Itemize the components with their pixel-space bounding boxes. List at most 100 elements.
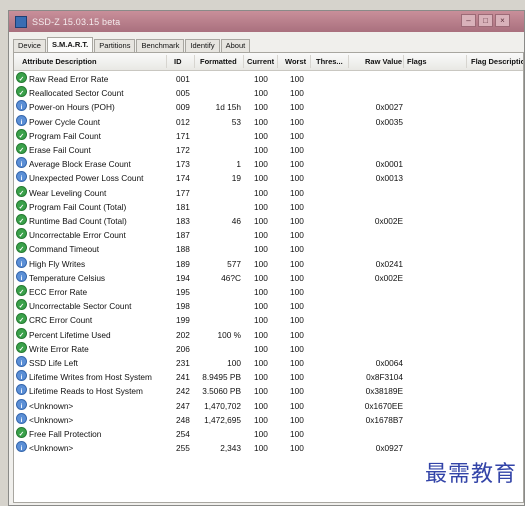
worst-value: 100 — [290, 386, 304, 397]
minimize-icon[interactable]: – — [461, 14, 476, 27]
current-value: 100 — [254, 372, 268, 383]
tab-benchmark[interactable]: Benchmark — [136, 39, 185, 52]
status-ok-icon: ✓ — [16, 199, 27, 211]
status-ok-icon: ✓ — [16, 128, 27, 140]
attribute-name: Lifetime Reads to Host System — [29, 386, 143, 397]
window-title: SSD-Z 15.03.15 beta — [32, 16, 121, 27]
attribute-name: Average Block Erase Count — [29, 159, 131, 170]
table-row[interactable]: ✓ Free Fall Protection 254 100 100 — [14, 427, 523, 441]
attribute-name: <Unknown> — [29, 400, 74, 411]
status-info-icon: i — [16, 114, 27, 126]
table-row[interactable]: i <Unknown> 247 1,470,702 100 100 0x1670EE — [14, 398, 523, 413]
col-worst[interactable]: Worst — [285, 53, 306, 70]
worst-value: 100 — [290, 201, 304, 212]
attribute-name: Lifetime Writes from Host System — [29, 372, 152, 383]
current-value: 100 — [254, 159, 268, 170]
tab-identify[interactable]: Identify — [185, 39, 220, 52]
table-row[interactable]: i Lifetime Writes from Host System 241 8.94… — [14, 370, 523, 384]
attribute-id: 012 — [176, 116, 190, 127]
table-row[interactable]: ✓ Uncorrectable Error Count 187 100 100 — [14, 228, 523, 242]
attribute-id: 194 — [176, 272, 190, 283]
attribute-name: Free Fall Protection — [29, 429, 102, 439]
current-value: 100 — [254, 201, 268, 212]
smart-panel: Attribute Description ID Formatted Curre… — [13, 52, 524, 503]
attribute-name: Write Error Rate — [29, 343, 89, 354]
worst-value: 100 — [290, 372, 304, 383]
table-row[interactable]: ✓ Write Error Rate 206 100 100 — [14, 341, 523, 356]
col-flags[interactable]: Flags — [407, 53, 427, 70]
table-row[interactable]: ✓ Percent Lifetime Used 202 100 % 100 100 — [14, 327, 523, 342]
col-raw-value[interactable]: Raw Value — [365, 53, 402, 70]
attribute-name: Runtime Bad Count (Total) — [29, 216, 127, 226]
table-row[interactable]: i Power-on Hours (POH) 009 1d 15h 100 100 0x00… — [14, 100, 523, 114]
table-row[interactable]: i Unexpected Power Loss Count 174 19 100 100 0… — [14, 171, 523, 185]
attribute-id: 001 — [176, 74, 190, 84]
table-row[interactable]: i Power Cycle Count 012 53 100 100 0x0035 — [14, 114, 523, 129]
attribute-id: 248 — [176, 414, 190, 425]
attribute-id: 255 — [176, 443, 190, 454]
table-row[interactable]: ✓ ECC Error Rate 195 100 100 — [14, 285, 523, 299]
current-value: 100 — [254, 329, 268, 340]
table-row[interactable]: ✓ Program Fail Count 171 100 100 — [14, 128, 523, 143]
table-row[interactable]: i SSD Life Left 231 100 100 100 0x0064 — [14, 356, 523, 370]
attribute-id: 247 — [176, 400, 190, 411]
table-row[interactable]: ✓ Uncorrectable Sector Count 198 100 100 — [14, 299, 523, 313]
col-flag-description[interactable]: Flag Descriptio — [471, 53, 523, 70]
current-value: 100 — [254, 74, 268, 84]
status-ok-icon: ✓ — [16, 327, 27, 339]
close-icon[interactable]: × — [495, 14, 510, 27]
worst-value: 100 — [290, 358, 304, 368]
table-row[interactable]: ✓ Raw Read Error Rate 001 100 100 — [14, 72, 523, 86]
worst-value: 100 — [290, 414, 304, 425]
attribute-id: 172 — [176, 145, 190, 155]
worst-value: 100 — [290, 443, 304, 454]
worst-value: 100 — [290, 315, 304, 326]
table-row[interactable]: ✓ CRC Error Count 199 100 100 — [14, 313, 523, 327]
table-row[interactable]: i <Unknown> 255 2,343 100 100 0x0927 — [14, 441, 523, 455]
formatted-value: 53 — [231, 116, 241, 127]
attribute-name: SSD Life Left — [29, 358, 78, 368]
formatted-value: 100 % — [217, 329, 241, 340]
formatted-value: 1 — [236, 159, 241, 170]
table-row[interactable]: ✓ Runtime Bad Count (Total) 183 46 100 100 0x0… — [14, 214, 523, 228]
attribute-id: 171 — [176, 130, 190, 141]
col-formatted[interactable]: Formatted — [200, 53, 237, 70]
col-attribute[interactable]: Attribute Description — [22, 53, 97, 70]
current-value: 100 — [254, 258, 268, 269]
formatted-value: 1,470,702 — [204, 400, 241, 411]
col-id[interactable]: ID — [174, 53, 182, 70]
table-row[interactable]: ✓ Command Timeout 188 100 100 — [14, 242, 523, 256]
table-row[interactable]: i High Fly Writes 189 577 100 100 0x0241 — [14, 256, 523, 271]
attribute-id: 254 — [176, 429, 190, 439]
table-row[interactable]: i Average Block Erase Count 173 1 100 100 0x00… — [14, 157, 523, 171]
status-info-icon: i — [16, 100, 27, 112]
tab-smart[interactable]: S.M.A.R.T. — [46, 37, 94, 52]
table-row[interactable]: i Lifetime Reads to Host System 242 3.5060 … — [14, 384, 523, 398]
attribute-id: 189 — [176, 258, 190, 269]
table-row[interactable]: ✓ Program Fail Count (Total) 181 100 100 — [14, 199, 523, 214]
attribute-id: 005 — [176, 88, 190, 99]
table-row[interactable]: i Temperature Celsius 194 46?C 100 100 0x002E — [14, 270, 523, 285]
attribute-name: Raw Read Error Rate — [29, 74, 109, 84]
table-row[interactable]: ✓ Erase Fail Count 172 100 100 — [14, 143, 523, 157]
table-row[interactable]: ✓ Reallocated Sector Count 005 100 100 — [14, 86, 523, 100]
attribute-name: Program Fail Count — [29, 130, 101, 141]
table-row[interactable]: i <Unknown> 248 1,472,695 100 100 0x1678B7 — [14, 412, 523, 427]
status-info-icon: i — [16, 270, 27, 282]
worst-value: 100 — [290, 400, 304, 411]
current-value: 100 — [254, 187, 268, 198]
attribute-name: Erase Fail Count — [29, 145, 91, 155]
attribute-id: 187 — [176, 230, 190, 241]
col-threshold[interactable]: Thres... — [316, 53, 343, 70]
attribute-name: Uncorrectable Sector Count — [29, 301, 132, 312]
maximize-icon[interactable]: □ — [478, 14, 493, 27]
worst-value: 100 — [290, 130, 304, 141]
current-value: 100 — [254, 301, 268, 312]
col-current[interactable]: Current — [247, 53, 274, 70]
raw-value: 0x1678B7 — [365, 414, 403, 425]
current-value: 100 — [254, 443, 268, 454]
tab-partitions[interactable]: Partitions — [94, 39, 136, 52]
tab-device[interactable]: Device — [13, 39, 46, 52]
table-row[interactable]: ✓ Wear Leveling Count 177 100 100 — [14, 185, 523, 200]
tab-about[interactable]: About — [220, 39, 251, 52]
